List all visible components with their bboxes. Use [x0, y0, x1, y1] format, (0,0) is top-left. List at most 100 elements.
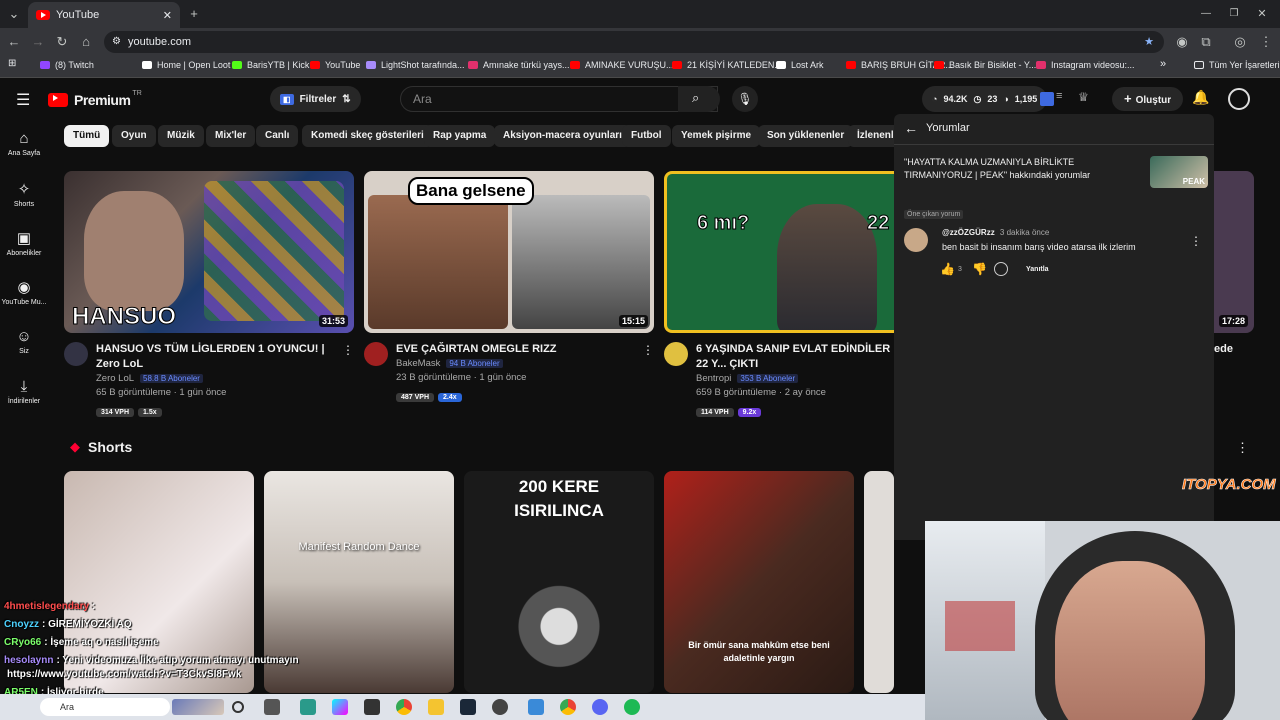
youtube-logo[interactable]: Premium TR	[48, 90, 142, 108]
tab-youtube[interactable]: YouTube ✕	[28, 2, 180, 28]
bookmark-item[interactable]: Amınake türkü yays...	[468, 60, 570, 70]
bookmark-item[interactable]: Lost Ark	[776, 60, 824, 70]
sidebar-item[interactable]: ⌂ Ana Sayfa	[0, 130, 48, 157]
filter-chip[interactable]: Son yüklenenler	[758, 125, 854, 147]
short-3[interactable]: 200 KERE ISIRILINCA	[464, 471, 654, 693]
filter-chip[interactable]: Mix'ler	[206, 125, 256, 147]
comment-author[interactable]: @zzÖZGÜRzz	[942, 228, 995, 237]
apps-icon[interactable]: ⊞	[8, 58, 16, 69]
comments-video-thumbnail[interactable]: PEAK	[1150, 156, 1208, 188]
bookmark-star-icon[interactable]: ★	[1144, 31, 1154, 53]
taskbar-discord-icon[interactable]	[592, 699, 608, 715]
bookmark-item[interactable]: YouTube	[310, 60, 360, 70]
reply-button[interactable]: Yanıtla	[1026, 266, 1049, 273]
video-title[interactable]: HANSUO VS TÜM LİGLERDEN 1 OYUNCU! | Zero…	[96, 342, 328, 372]
all-bookmarks[interactable]: Tüm Yer İşaretleri	[1194, 60, 1280, 70]
minimize-icon[interactable]: —	[1196, 0, 1216, 28]
short-4[interactable]: Bir ömür sana mahkûm etse beni adaletinl…	[664, 471, 854, 693]
account-avatar[interactable]	[1228, 88, 1250, 110]
bookmark-item[interactable]: AMINAKE VURUŞU...	[570, 60, 674, 70]
taskbar-app2-icon[interactable]	[528, 699, 544, 715]
bookmark-item[interactable]: 21 KİŞİYİ KATLEDEN...	[672, 60, 782, 70]
channel-avatar[interactable]	[664, 342, 688, 366]
hamburger-menu-icon[interactable]: ☰	[16, 90, 30, 110]
filter-chip[interactable]: Oyun	[112, 125, 156, 147]
channel-avatar[interactable]	[364, 342, 388, 366]
close-window-icon[interactable]: ✕	[1252, 0, 1272, 28]
taskbar-start-icon[interactable]	[232, 701, 244, 713]
create-button[interactable]: + Oluştur	[1112, 87, 1184, 111]
taskbar-chrome2-icon[interactable]	[560, 699, 576, 715]
taskbar-explorer-icon[interactable]	[428, 699, 444, 715]
restore-icon[interactable]: ❐	[1224, 0, 1244, 28]
sidebar-item[interactable]: ✧ Shorts	[0, 180, 48, 208]
filter-chip[interactable]: Yemek pişirme	[672, 125, 761, 147]
extension-icon[interactable]: ◉	[1172, 28, 1192, 56]
bookmark-item[interactable]: Basık Bir Bisiklet - Y...	[934, 60, 1036, 70]
back-icon[interactable]: ←	[4, 28, 24, 56]
back-arrow-icon[interactable]: ←	[904, 120, 918, 136]
extensions-puzzle-icon[interactable]: ⧉	[1196, 28, 1216, 56]
trophy-icon[interactable]: ♕	[1078, 90, 1089, 104]
channel-name[interactable]: BakeMask	[396, 358, 440, 369]
short-5[interactable]	[864, 471, 894, 693]
filters-button[interactable]: ◧ Filtreler ⇅	[270, 86, 361, 112]
close-tab-icon[interactable]: ✕	[163, 9, 172, 22]
voice-search-button[interactable]: 🎙	[732, 86, 758, 112]
filter-chip[interactable]: Komedi skeç gösterileri	[302, 125, 433, 147]
comment-time[interactable]: 3 dakika önce	[1000, 228, 1049, 237]
profile-icon[interactable]: ◎	[1230, 28, 1250, 56]
video-thumbnail-4[interactable]: 17:28	[1214, 171, 1254, 333]
bookmark-item[interactable]: (8) Twitch	[40, 60, 94, 70]
taskbar-copilot-icon[interactable]	[332, 699, 348, 715]
taskbar-search[interactable]: Ara	[40, 698, 170, 716]
channel-name[interactable]: Zero LoL	[96, 373, 134, 384]
list-ext-icon[interactable]: ≡	[1056, 90, 1062, 102]
video-title[interactable]: EVE ÇAĞIRTAN OMEGLE RIZZ	[396, 342, 628, 357]
like-icon[interactable]: 👍	[940, 262, 955, 276]
video-title[interactable]: 6 YAŞINDA SANIP EVLAT EDİNDİLER 22 Y... …	[696, 342, 896, 372]
translate-ext-icon[interactable]	[1040, 92, 1054, 106]
search-button[interactable]: ⌕	[678, 86, 720, 112]
search-input[interactable]: Ara	[400, 86, 718, 112]
filter-chip[interactable]: Rap yapma	[424, 125, 496, 147]
tab-search-icon[interactable]: ⌄	[4, 0, 24, 28]
sidebar-item[interactable]: ⤓ İndirilenler	[0, 378, 48, 405]
forward-icon[interactable]: →	[28, 28, 48, 56]
channel-avatar[interactable]	[64, 342, 88, 366]
chrome-menu-icon[interactable]: ⋮	[1256, 28, 1276, 56]
url-field[interactable]: ⚙ youtube.com ★	[104, 31, 1164, 53]
taskbar-chrome-icon[interactable]	[396, 699, 412, 715]
bookmark-item[interactable]: LightShot tarafında...	[366, 60, 465, 70]
stats-extension[interactable]: ◔ 94.2K ◷ 23 ◑ 1,195	[922, 86, 1048, 112]
sidebar-item[interactable]: ▣ Abonelikler	[0, 229, 48, 257]
taskbar-app-icon[interactable]	[300, 699, 316, 715]
comment-more-icon[interactable]: ⋮	[1190, 234, 1202, 248]
home-icon[interactable]: ⌂	[76, 28, 96, 56]
new-tab-icon[interactable]: +	[184, 0, 204, 28]
video-thumbnail-2[interactable]: Bana gelsene 15:15	[364, 171, 654, 333]
video-thumbnail-3[interactable]: 6 mı? 22	[664, 171, 894, 333]
video-title-4[interactable]: ede	[1214, 342, 1233, 357]
filter-chip[interactable]: Aksiyon-macera oyunları	[494, 125, 631, 147]
taskbar-obs-icon[interactable]	[492, 699, 508, 715]
taskbar-taskview-icon[interactable]	[264, 699, 280, 715]
shorts-more-icon[interactable]: ⋮	[1236, 440, 1249, 456]
bookmark-item[interactable]: Home | Open Loot	[142, 60, 230, 70]
bookmark-item[interactable]: Instagram videosu:...	[1036, 60, 1135, 70]
filter-chip[interactable]: Tümü	[64, 125, 110, 147]
video-thumbnail-1[interactable]: HANSUO 31:53	[64, 171, 354, 333]
site-info-icon[interactable]: ⚙	[112, 31, 121, 53]
notifications-bell-icon[interactable]: 🔔	[1192, 89, 1209, 106]
commenter-avatar[interactable]	[904, 228, 928, 252]
video-more-icon[interactable]: ⋮	[342, 343, 354, 357]
filter-chip[interactable]: Canlı	[256, 125, 299, 147]
taskbar-spotify-icon[interactable]	[624, 699, 640, 715]
taskbar-widget[interactable]	[172, 699, 224, 715]
video-more-icon[interactable]: ⋮	[642, 343, 654, 357]
taskbar-steam-icon[interactable]	[460, 699, 476, 715]
filter-chip[interactable]: Futbol	[622, 125, 671, 147]
more-bookmarks-icon[interactable]: »	[1160, 58, 1166, 70]
dislike-icon[interactable]: 👎	[972, 262, 987, 276]
sidebar-item[interactable]: ◉ YouTube Mu...	[0, 278, 48, 306]
